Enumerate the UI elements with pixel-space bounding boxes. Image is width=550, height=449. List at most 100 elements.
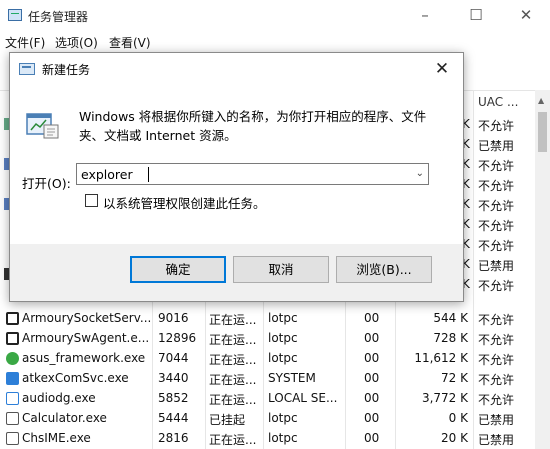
ok-button[interactable]: 确定 [130,256,226,283]
table-row[interactable]: ArmourySocketServ... 9016 正在运... lotpc 0… [0,309,535,329]
process-pid: 5444 [158,411,189,425]
process-uac: 已禁用 [478,413,515,427]
uac-column-header[interactable]: UAC ... [478,95,518,109]
process-memory: 728 K [433,331,468,345]
menu-options[interactable]: 选项(O) [55,34,98,51]
process-user: lotpc [268,431,298,445]
maximize-icon[interactable]: ☐ [462,4,490,26]
close-icon[interactable]: ✕ [512,4,540,26]
uac-value: 不允许 [478,219,515,233]
uac-value: 已禁用 [478,259,515,273]
table-row[interactable]: Calculator.exe 5444 已挂起 lotpc 00 0 K 已禁用 [0,409,535,429]
process-pid: 9016 [158,311,189,325]
process-memory: 11,612 K [414,351,468,365]
open-label: 打开(O): [22,176,71,191]
process-cpu: 00 [364,431,380,445]
process-uac: 不允许 [478,313,515,327]
process-status: 正在运... [209,373,257,387]
menu-view[interactable]: 查看(V) [109,34,151,51]
process-cpu: 00 [364,311,380,325]
process-user: lotpc [268,411,298,425]
process-memory: 72 K [441,371,468,385]
table-row[interactable]: asus_framework.exe 7044 正在运... lotpc 00 … [0,349,535,369]
process-cpu: 00 [364,351,380,365]
process-name: atkexComSvc.exe [22,371,129,385]
process-uac: 不允许 [478,353,515,367]
menu-bar: 文件(F) 选项(O) 查看(V) [0,32,550,52]
process-pid: 5852 [158,391,189,405]
uac-value: 不允许 [478,119,515,133]
process-status: 正在运... [209,353,257,367]
process-cpu: 00 [364,411,380,425]
chevron-down-icon[interactable]: ⌄ [416,165,424,183]
process-user: LOCAL SE... [268,391,338,405]
open-combobox[interactable]: ⌄ [76,163,429,185]
dialog-titlebar[interactable]: 新建任务 ✕ [10,53,463,85]
uac-value: 已禁用 [478,139,515,153]
framework-icon [6,352,19,365]
process-user: lotpc [268,351,298,365]
admin-privileges-checkbox[interactable] [85,194,98,207]
process-user: lotpc [268,331,298,345]
uac-value: 不允许 [478,199,515,213]
process-pid: 3440 [158,371,189,385]
process-status: 正在运... [209,433,257,447]
process-uac: 已禁用 [478,433,515,447]
process-status: 正在运... [209,333,257,347]
uac-value: 不允许 [478,179,515,193]
table-row[interactable]: ArmourySwAgent.e... 12896 正在运... lotpc 0… [0,329,535,349]
process-uac: 不允许 [478,393,515,407]
process-pid: 12896 [158,331,197,345]
menu-file[interactable]: 文件(F) [5,34,45,51]
process-status: 正在运... [209,393,257,407]
scroll-up-arrow-icon[interactable]: ▲ [538,96,544,105]
process-cpu: 00 [364,331,380,345]
process-name: ArmourySocketServ... [22,311,152,325]
process-name: audiodg.exe [22,391,96,405]
sw-agent-icon [6,332,19,345]
run-window-icon [19,63,35,75]
dialog-description: Windows 将根据你所键入的名称，为你打开相应的程序、文件夹、文档或 Int… [79,109,427,143]
process-pid: 7044 [158,351,189,365]
table-row[interactable]: atkexComSvc.exe 3440 正在运... SYSTEM 00 72… [0,369,535,389]
process-cpu: 00 [364,391,380,405]
browse-button[interactable]: 浏览(B)... [336,256,432,283]
process-memory: 0 K [448,411,468,425]
process-name: Calculator.exe [22,411,107,425]
uac-value: 不允许 [478,279,515,293]
task-manager-icon [8,9,22,21]
process-status: 正在运... [209,313,257,327]
scroll-thumb[interactable] [538,112,547,152]
process-user: SYSTEM [268,371,316,385]
run-program-icon [26,113,59,139]
process-uac: 不允许 [478,373,515,387]
process-name: asus_framework.exe [22,351,146,365]
process-uac: 不允许 [478,333,515,347]
cancel-button[interactable]: 取消 [233,256,329,283]
window-title: 任务管理器 [28,10,89,24]
dialog-body: Windows 将根据你所键入的名称，为你打开相应的程序、文件夹、文档或 Int… [10,85,463,244]
uac-value: 不允许 [478,239,515,253]
table-row[interactable]: ChsIME.exe 2816 正在运... lotpc 00 20 K 已禁用 [0,429,535,449]
dialog-title: 新建任务 [42,63,91,77]
calculator-icon [6,412,19,425]
dialog-close-icon[interactable]: ✕ [425,57,459,81]
table-row[interactable]: audiodg.exe 5852 正在运... LOCAL SE... 00 3… [0,389,535,409]
process-status: 已挂起 [209,413,246,427]
process-memory: 3,772 K [421,391,468,405]
minimize-icon[interactable]: – [411,4,439,26]
process-name: ArmourySwAgent.e... [22,331,150,345]
process-cpu: 00 [364,371,380,385]
open-input[interactable] [79,165,403,183]
process-memory: 544 K [433,311,468,325]
process-name: ChsIME.exe [22,431,91,445]
new-task-dialog: 新建任务 ✕ Windows 将根据你所键入的名称，为你打开相应的程序、文件夹、… [9,52,464,302]
socket-server-icon [6,312,19,325]
text-caret [148,167,149,182]
audio-icon [6,392,19,405]
process-pid: 2816 [158,431,189,445]
process-user: lotpc [268,311,298,325]
service-icon [6,372,19,385]
admin-privileges-label[interactable]: 以系统管理权限创建此任务。 [103,193,266,212]
process-memory: 20 K [441,431,468,445]
